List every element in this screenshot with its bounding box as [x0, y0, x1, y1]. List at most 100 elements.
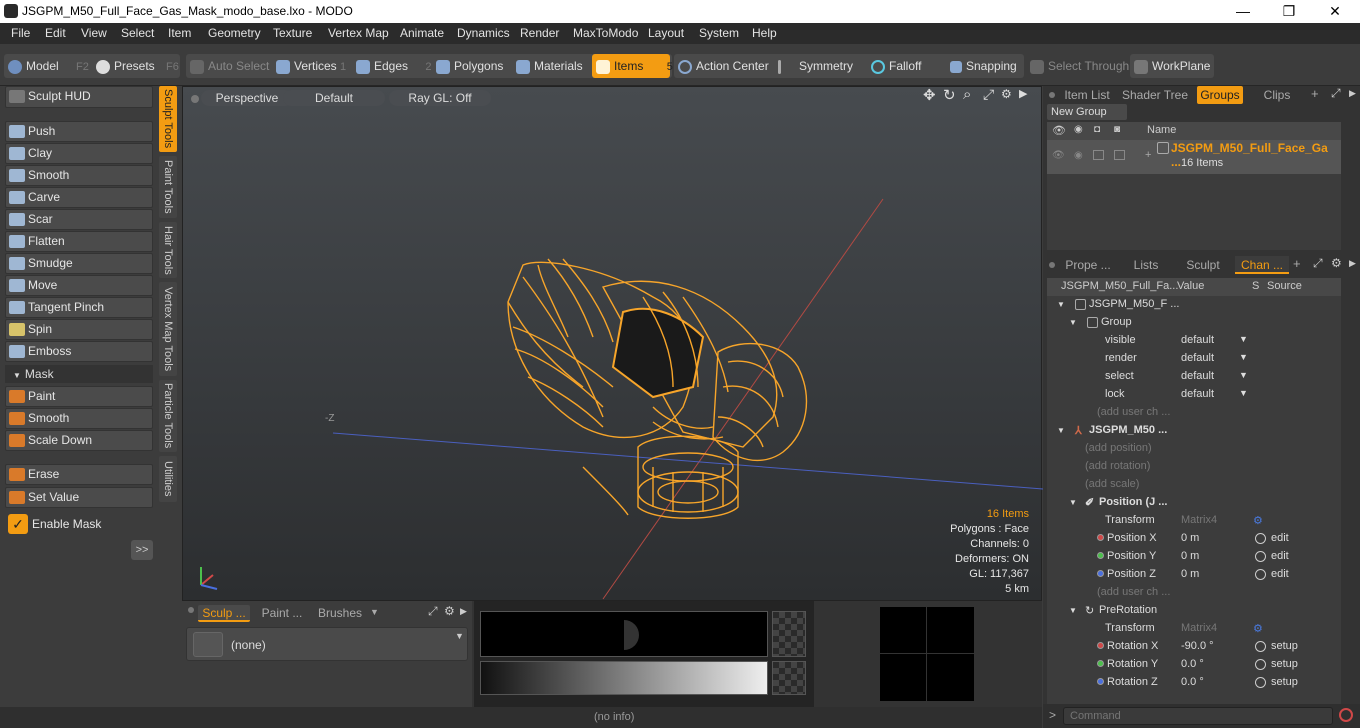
chan-row-add-scale[interactable]: (add scale): [1051, 476, 1343, 494]
tool-carve[interactable]: Carve: [5, 187, 153, 208]
chan-row-prerotation[interactable]: ▼ ↻ PreRotation: [1051, 602, 1343, 620]
row-visible-icon[interactable]: 👁: [1052, 150, 1065, 161]
expand-triangle-icon[interactable]: ▼: [1057, 300, 1065, 309]
add-tab-icon[interactable]: +: [1311, 86, 1319, 101]
vtab-paint-tools[interactable]: Paint Tools: [159, 156, 177, 218]
menu-view[interactable]: View: [81, 26, 107, 40]
vtab-particle-tools[interactable]: Particle Tools: [159, 380, 177, 452]
vtab-hair-tools[interactable]: Hair Tools: [159, 222, 177, 278]
mask-set-value[interactable]: Set Value: [5, 487, 153, 508]
auto-select-button[interactable]: Auto Select: [190, 56, 269, 76]
tab-properties[interactable]: Prope ...: [1061, 256, 1115, 274]
command-input[interactable]: [1063, 707, 1333, 725]
dropdown-arrow-icon[interactable]: ▼: [1239, 352, 1248, 362]
vtab-sculpt-tools[interactable]: Sculpt Tools: [159, 86, 177, 152]
chan-row-0[interactable]: ▼ JSGPM_M50_F ...: [1051, 296, 1343, 314]
panel-settings-icon[interactable]: ⚙: [444, 604, 455, 618]
menu-edit[interactable]: Edit: [45, 26, 66, 40]
state-circle[interactable]: [1255, 569, 1266, 580]
tool-push[interactable]: Push: [5, 121, 153, 142]
new-group-button[interactable]: New Group: [1047, 104, 1127, 120]
matrix-gear-icon[interactable]: ⚙: [1253, 622, 1263, 635]
chan-row-add-rotation[interactable]: (add rotation): [1051, 458, 1343, 476]
panel-more-icon[interactable]: ▶: [460, 606, 467, 617]
menu-geometry[interactable]: Geometry: [208, 26, 261, 40]
tool-clay[interactable]: Clay: [5, 143, 153, 164]
menu-dynamics[interactable]: Dynamics: [457, 26, 510, 40]
channels-expand-icon[interactable]: ⤢: [1313, 256, 1323, 271]
dropdown-arrow-icon[interactable]: ▼: [1239, 370, 1248, 380]
tool-spin[interactable]: Spin: [5, 319, 153, 340]
menu-render[interactable]: Render: [520, 26, 559, 40]
chan-row-visible[interactable]: visible default ▼: [1051, 332, 1343, 350]
3d-viewport[interactable]: Perspective Default Ray GL: Off ✥ ↻ ⌕ ⤢ …: [182, 86, 1043, 601]
record-macro-icon[interactable]: [1339, 708, 1353, 722]
maximize-button[interactable]: ❐: [1266, 0, 1312, 23]
menu-animate[interactable]: Animate: [400, 26, 444, 40]
materials-button[interactable]: Materials: [516, 56, 583, 76]
tab-brushes[interactable]: Brushes: [314, 605, 366, 622]
tab-channels[interactable]: Chan ...: [1235, 256, 1289, 274]
brushes-dropdown-icon[interactable]: ▼: [370, 607, 379, 617]
close-button[interactable]: ✕: [1312, 0, 1358, 23]
dropdown-arrow-icon[interactable]: ▼: [1239, 334, 1248, 344]
chan-row-1[interactable]: ▼ Group: [1051, 314, 1343, 332]
expand-panel-icon[interactable]: ⤢: [428, 604, 438, 619]
falloff-button[interactable]: Falloff: [871, 56, 921, 76]
row-select-box[interactable]: [1114, 150, 1125, 160]
tab-shader-tree[interactable]: Shader Tree: [1119, 86, 1191, 104]
chan-row-add-user-2[interactable]: (add user ch ...: [1051, 584, 1343, 602]
chan-row-rotation-y[interactable]: Rotation Y 0.0 ° setup: [1051, 656, 1343, 674]
state-circle[interactable]: [1255, 551, 1266, 562]
expand-triangle-icon[interactable]: ▼: [1069, 318, 1077, 327]
tab-groups[interactable]: Groups: [1197, 86, 1243, 104]
matrix-gear-icon[interactable]: ⚙: [1253, 514, 1263, 527]
chan-row-lock[interactable]: lock default ▼: [1051, 386, 1343, 404]
sculpt-hud-button[interactable]: Sculpt HUD: [5, 86, 153, 108]
tool-emboss[interactable]: Emboss: [5, 341, 153, 362]
tool-tangent-pinch[interactable]: Tangent Pinch: [5, 297, 153, 318]
vtab-utilities[interactable]: Utilities: [159, 456, 177, 502]
mask-scale-down[interactable]: Scale Down: [5, 430, 153, 451]
chan-row-select[interactable]: select default ▼: [1051, 368, 1343, 386]
mini-view[interactable]: [880, 607, 974, 701]
menu-vertex-map[interactable]: Vertex Map: [328, 26, 389, 40]
chan-row-transform-2[interactable]: Transform Matrix4 ⚙: [1051, 620, 1343, 638]
chan-row-rotation-z[interactable]: Rotation Z 0.0 ° setup: [1051, 674, 1343, 692]
menu-texture[interactable]: Texture: [273, 26, 312, 40]
workplane-button[interactable]: WorkPlane: [1134, 56, 1210, 76]
expand-triangle-icon[interactable]: ▼: [1069, 498, 1077, 507]
vtab-vertex-map-tools[interactable]: Vertex Map Tools: [159, 282, 177, 376]
tab-sculpt[interactable]: Sculp ...: [198, 605, 250, 622]
mask-erase[interactable]: Erase: [5, 464, 153, 485]
tab-sculpt-props[interactable]: Sculpt: [1177, 256, 1229, 274]
expand-triangle-icon[interactable]: ▼: [1069, 606, 1077, 615]
state-circle[interactable]: [1255, 659, 1266, 670]
chan-row-position-y[interactable]: Position Y0 m edit: [1051, 548, 1343, 566]
tool-smudge[interactable]: Smudge: [5, 253, 153, 274]
menu-system[interactable]: System: [699, 26, 739, 40]
tab-lists[interactable]: Lists: [1121, 256, 1171, 274]
select-through-button[interactable]: Select Through: [1030, 56, 1129, 76]
mask-smooth[interactable]: Smooth: [5, 408, 153, 429]
groups-expand-icon[interactable]: ⤢: [1331, 86, 1341, 101]
menu-maxtomodo[interactable]: MaxToModo: [573, 26, 638, 40]
tab-clips[interactable]: Clips: [1249, 86, 1305, 104]
snapping-button[interactable]: Snapping: [950, 56, 1017, 76]
mask-paint[interactable]: Paint: [5, 386, 153, 407]
dropdown-arrow-icon[interactable]: ▼: [1239, 388, 1248, 398]
items-button[interactable]: Items 5: [596, 56, 673, 76]
tab-paint[interactable]: Paint ...: [256, 605, 308, 622]
expand-button[interactable]: >>: [131, 540, 153, 560]
channels-settings-icon[interactable]: ⚙: [1331, 256, 1342, 270]
symmetry-button[interactable]: Symmetry: [778, 56, 853, 76]
action-center-button[interactable]: Action Center: [678, 56, 769, 76]
chan-row-transform[interactable]: Transform Matrix4 ⚙: [1051, 512, 1343, 530]
vertices-button[interactable]: Vertices 1: [276, 56, 346, 76]
state-circle[interactable]: [1255, 533, 1266, 544]
chan-row-position-x[interactable]: Position X0 m edit: [1051, 530, 1343, 548]
chan-row-render[interactable]: render default ▼: [1051, 350, 1343, 368]
menu-select[interactable]: Select: [121, 26, 154, 40]
menu-help[interactable]: Help: [752, 26, 777, 40]
menu-item[interactable]: Item: [168, 26, 191, 40]
